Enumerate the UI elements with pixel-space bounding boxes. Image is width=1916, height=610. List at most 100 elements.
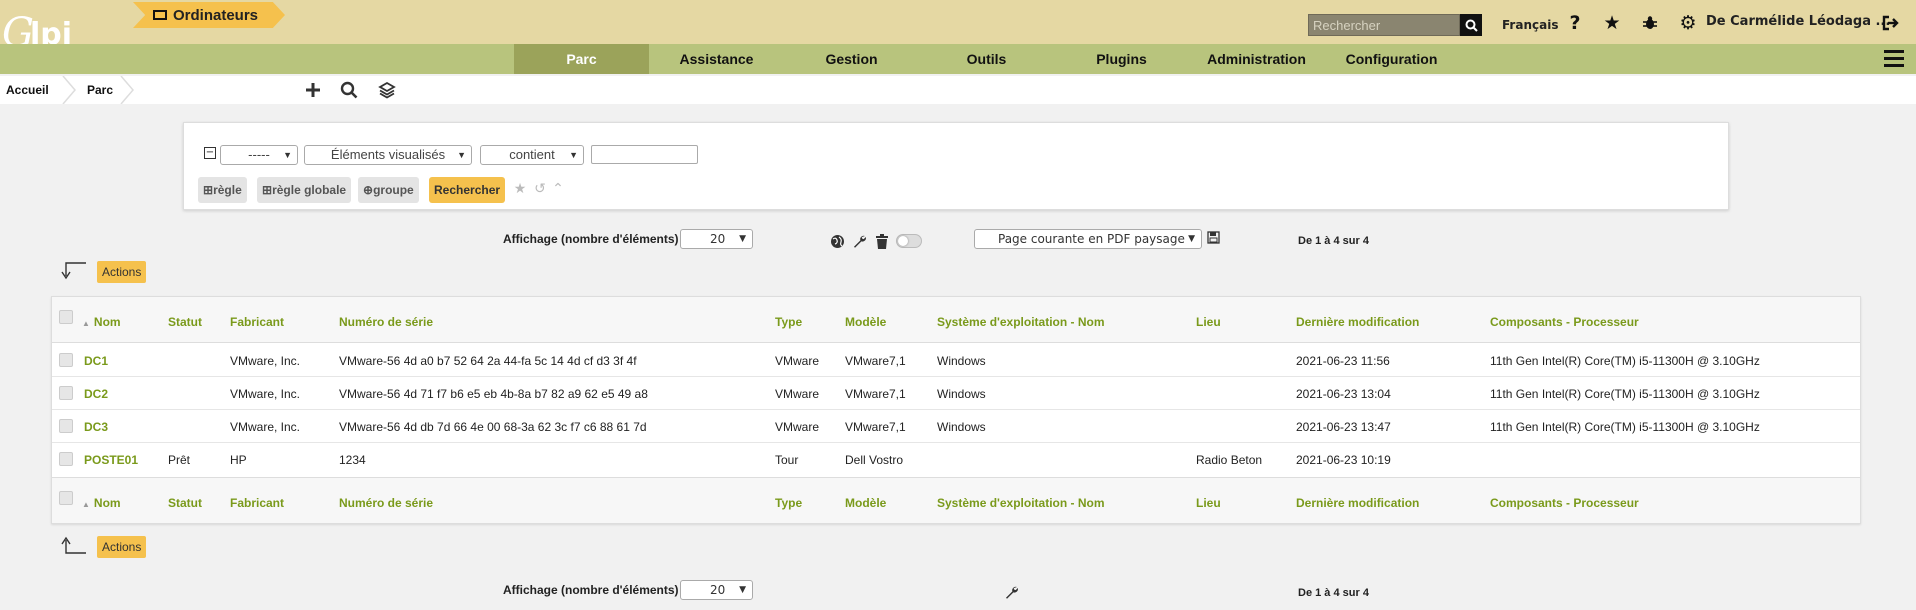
row-lieu: Radio Beton — [1196, 453, 1263, 467]
menu-outils[interactable]: Outils — [919, 44, 1054, 74]
table-row: DC2 VMware, Inc. VMware-56 4d 71 f7 b6 e… — [52, 377, 1860, 410]
search-criteria-panel: − ----- ▼ Éléments visualisés ▼ contient ▼ … — [183, 122, 1729, 210]
breadcrumb-ordinateurs[interactable]: Ordinateurs — [133, 2, 285, 28]
export-select-value: Page courante en PDF paysage — [998, 232, 1185, 246]
menu-administration[interactable]: Administration — [1189, 44, 1324, 74]
menu-assistance[interactable]: Assistance — [649, 44, 784, 74]
row-fabricant: VMware, Inc. — [230, 354, 301, 368]
export-save-icon[interactable] — [1205, 229, 1221, 245]
col-processeur[interactable]: Composants - Processeur — [1490, 315, 1639, 329]
reset-search-icon[interactable]: ↺ — [533, 182, 547, 196]
row-type: Tour — [775, 453, 799, 467]
global-search-input[interactable] — [1308, 14, 1460, 36]
add-group-button[interactable]: ⊕groupe — [358, 177, 419, 203]
add-icon[interactable] — [301, 78, 325, 102]
trash-icon[interactable] — [871, 230, 893, 252]
row-serie: VMware-56 4d db 7d 66 4e 00 68-3a 62 3c … — [339, 420, 647, 434]
collapse-criteria-icon[interactable]: − — [204, 147, 216, 159]
save-search-star-icon[interactable]: ★ — [513, 182, 527, 196]
row-name-link[interactable]: DC2 — [84, 387, 108, 401]
col-lieu-footer[interactable]: Lieu — [1196, 496, 1221, 510]
col-os-nom[interactable]: Système d'exploitation - Nom — [937, 315, 1105, 329]
add-group-label: groupe — [373, 183, 414, 197]
menu-parc[interactable]: Parc — [514, 44, 649, 74]
row-modif: 2021-06-23 13:47 — [1296, 420, 1391, 434]
row-checkbox[interactable] — [59, 419, 73, 433]
col-processeur-footer[interactable]: Composants - Processeur — [1490, 496, 1639, 510]
select-all-checkbox-bottom[interactable] — [59, 491, 73, 505]
caret-down-icon: ▼ — [739, 585, 746, 595]
wrench-icon[interactable] — [848, 230, 870, 252]
col-fabricant[interactable]: Fabricant — [230, 315, 284, 329]
row-cpu: 11th Gen Intel(R) Core(TM) i5-11300H @ 3… — [1490, 420, 1760, 434]
col-lieu[interactable]: Lieu — [1196, 315, 1221, 329]
user-menu[interactable]: De Carmélide Léodaga ... — [1706, 14, 1890, 29]
criteria-display-select[interactable]: Éléments visualisés ▼ — [304, 145, 472, 165]
caret-down-icon: ▼ — [457, 150, 466, 160]
display-count-select-bottom[interactable]: 20 ▼ — [680, 580, 753, 600]
row-statut: Prêt — [168, 453, 191, 467]
row-checkbox[interactable] — [59, 452, 73, 466]
breadcrumb-parc[interactable]: Parc — [87, 76, 113, 104]
add-rule-button[interactable]: ⊞règle — [198, 177, 247, 203]
row-checkbox[interactable] — [59, 386, 73, 400]
language-selector[interactable]: Français — [1502, 18, 1558, 32]
col-statut[interactable]: Statut — [168, 315, 202, 329]
row-os: Windows — [937, 354, 986, 368]
breadcrumb-home[interactable]: Accueil — [6, 76, 49, 104]
row-name-link[interactable]: DC1 — [84, 354, 108, 368]
criteria-field-select[interactable]: ----- ▼ — [220, 145, 298, 165]
breadcrumb-separator-icon — [120, 76, 134, 104]
arrow-down-corner-icon — [61, 262, 86, 280]
result-count: De 1 à 4 sur 4 — [1298, 235, 1369, 247]
search-icon[interactable] — [1460, 14, 1482, 36]
row-name-link[interactable]: DC3 — [84, 420, 108, 434]
hamburger-menu-icon[interactable] — [1884, 50, 1904, 68]
bug-icon[interactable] — [1639, 12, 1661, 34]
help-icon[interactable]: ? — [1564, 12, 1586, 34]
col-os-nom-footer[interactable]: Système d'exploitation - Nom — [937, 496, 1105, 510]
toggle-knob — [898, 236, 908, 246]
col-numero-serie-footer[interactable]: Numéro de série — [339, 496, 433, 510]
menu-plugins[interactable]: Plugins — [1054, 44, 1189, 74]
col-modele-footer[interactable]: Modèle — [845, 496, 886, 510]
display-count-select[interactable]: 20 ▼ — [680, 229, 753, 249]
layers-icon[interactable] — [375, 78, 399, 102]
trash-toggle-switch[interactable] — [896, 234, 922, 248]
row-modif: 2021-06-23 10:19 — [1296, 453, 1391, 467]
col-type-footer[interactable]: Type — [775, 496, 802, 510]
add-global-rule-button[interactable]: ⊞règle globale — [257, 177, 352, 203]
wrench-icon-bottom[interactable] — [1000, 581, 1022, 603]
row-serie: VMware-56 4d a0 b7 52 64 2a 44-fa 5c 14 … — [339, 354, 637, 368]
search-list-icon[interactable] — [337, 78, 361, 102]
col-modele[interactable]: Modèle — [845, 315, 886, 329]
menu-configuration[interactable]: Configuration — [1324, 44, 1459, 74]
criteria-operator-select[interactable]: contient ▼ — [480, 145, 584, 165]
col-derniere-modif-footer[interactable]: Dernière modification — [1296, 496, 1419, 510]
col-numero-serie[interactable]: Numéro de série — [339, 315, 433, 329]
menu-gestion[interactable]: Gestion — [784, 44, 919, 74]
row-modele: Dell Vostro — [845, 453, 904, 467]
col-derniere-modif[interactable]: Dernière modification — [1296, 315, 1419, 329]
star-icon[interactable]: ★ — [1601, 12, 1623, 34]
col-type[interactable]: Type — [775, 315, 802, 329]
search-button[interactable]: Rechercher — [429, 177, 506, 203]
logout-icon[interactable] — [1880, 12, 1902, 34]
caret-down-icon: ▼ — [569, 150, 578, 160]
result-count-bottom: De 1 à 4 sur 4 — [1298, 587, 1369, 599]
col-fabricant-footer[interactable]: Fabricant — [230, 496, 284, 510]
col-statut-footer[interactable]: Statut — [168, 496, 202, 510]
row-name-link[interactable]: POSTE01 — [84, 453, 138, 467]
col-nom-footer[interactable]: ▲ Nom — [82, 496, 121, 510]
criteria-value-input[interactable] — [591, 145, 698, 164]
actions-button-top[interactable]: Actions — [97, 261, 147, 283]
laptop-icon — [153, 10, 167, 20]
col-nom[interactable]: ▲ Nom — [82, 315, 121, 329]
gear-icon[interactable]: ⚙ — [1677, 12, 1699, 34]
select-all-checkbox[interactable] — [59, 310, 73, 324]
fold-search-icon[interactable]: ⌃ — [551, 182, 565, 196]
row-checkbox[interactable] — [59, 353, 73, 367]
export-select[interactable]: Page courante en PDF paysage ▼ — [974, 229, 1202, 249]
actions-button-bottom[interactable]: Actions — [97, 536, 147, 558]
globe-icon[interactable] — [826, 230, 848, 252]
